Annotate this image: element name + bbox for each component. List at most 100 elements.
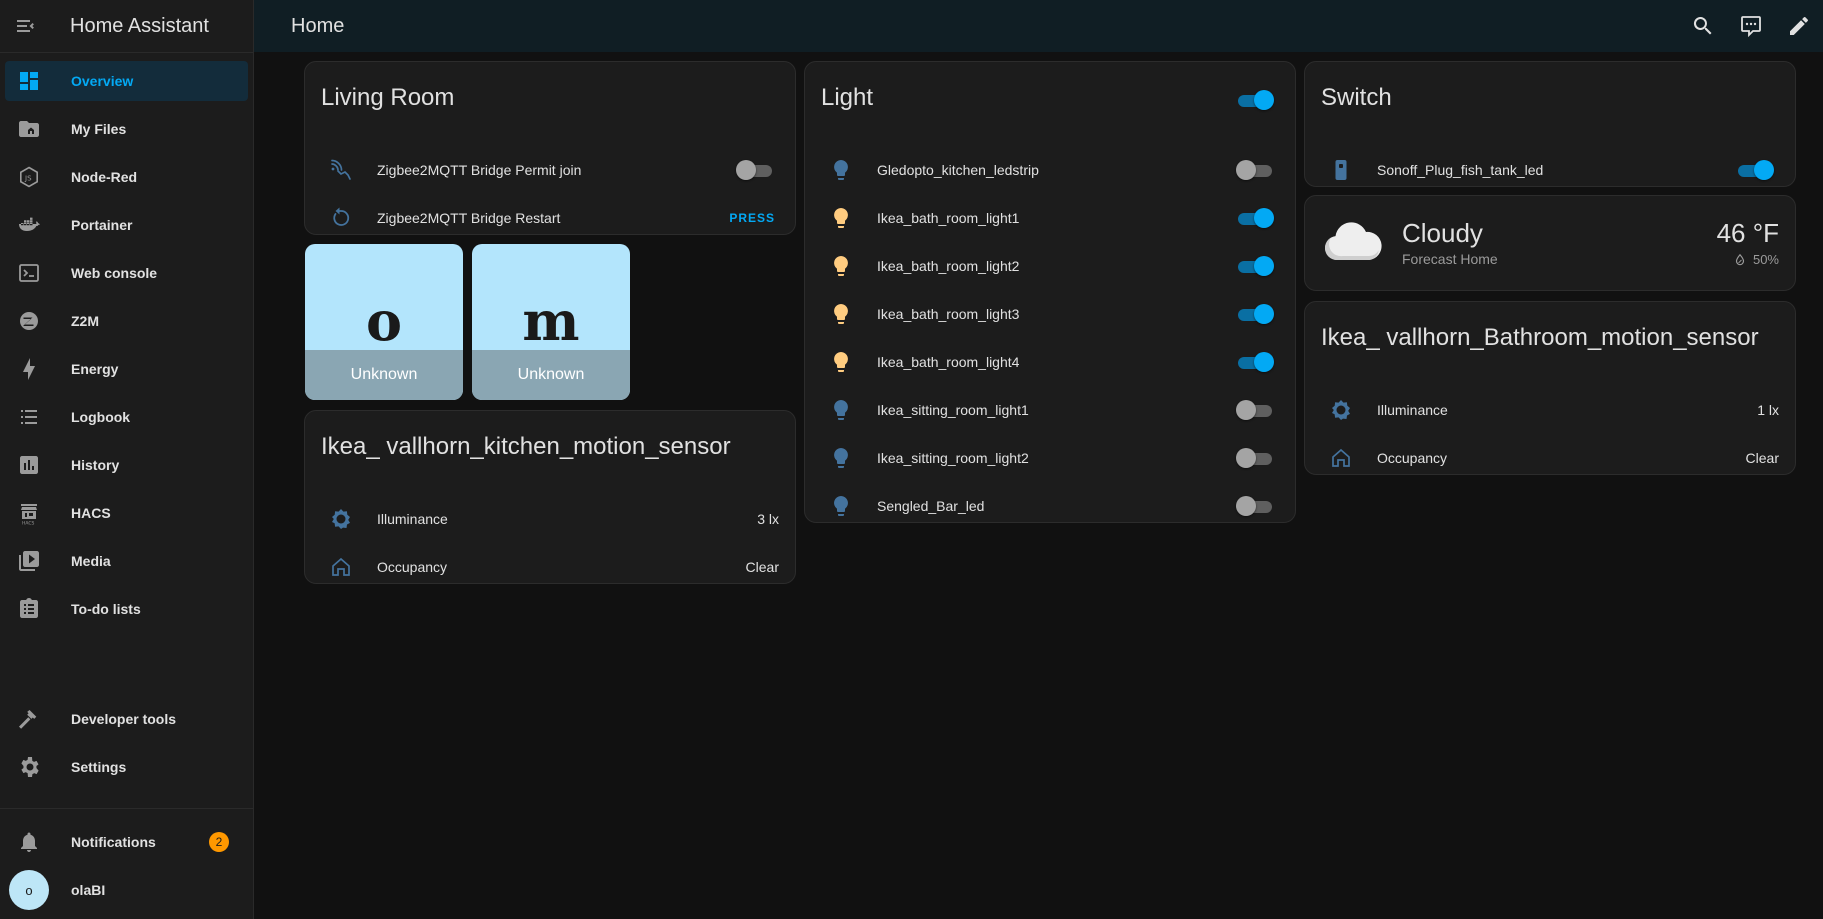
entity-name: Illuminance xyxy=(1377,402,1448,418)
sidebar-item-label: Developer tools xyxy=(71,711,177,727)
entity-row-light[interactable]: Ikea_bath_room_light4 xyxy=(805,342,1295,382)
entity-name: Ikea_bath_room_light4 xyxy=(877,354,1020,370)
user-name: olaBI xyxy=(71,882,106,898)
entity-name: Zigbee2MQTT Bridge Permit join xyxy=(377,162,582,178)
sidebar-item-label: Node-Red xyxy=(71,169,138,185)
light-toggle[interactable] xyxy=(1236,256,1274,276)
sidebar-item-label: HACS xyxy=(71,505,111,521)
weather-humidity: 50% xyxy=(1733,252,1779,267)
sidebar: Home Assistant Overview My Files JS Node… xyxy=(0,0,254,919)
light-toggle[interactable] xyxy=(1236,496,1274,516)
sidebar-header: Home Assistant xyxy=(0,0,253,53)
sidebar-item-label: Settings xyxy=(71,759,127,775)
tile-state: Unknown xyxy=(305,350,463,400)
humidity-value: 50% xyxy=(1752,252,1779,267)
sidebar-item-todo-lists[interactable]: To-do lists xyxy=(5,589,248,629)
sidebar-item-hacs[interactable]: HACS HACS xyxy=(5,493,248,533)
restart-press-button[interactable]: PRESS xyxy=(729,211,775,225)
card-title: Ikea_ vallhorn_Bathroom_motion_sensor xyxy=(1321,324,1759,351)
avatar: o xyxy=(9,870,49,910)
chart-box-icon xyxy=(7,453,51,477)
hacs-icon: HACS xyxy=(7,501,51,525)
light-toggle[interactable] xyxy=(1236,352,1274,372)
permit-join-toggle[interactable] xyxy=(736,160,774,180)
notification-count-badge: 2 xyxy=(209,832,229,852)
sidebar-item-z2m[interactable]: Z2M xyxy=(5,301,248,341)
entity-row-occupancy[interactable]: Occupancy Clear xyxy=(305,547,795,587)
person-tile-o[interactable]: o Unknown xyxy=(305,244,463,400)
person-tile-m[interactable]: m Unknown xyxy=(472,244,630,400)
light-group-toggle[interactable] xyxy=(1236,90,1274,110)
console-icon xyxy=(7,261,51,285)
entity-name: Ikea_bath_room_light1 xyxy=(877,210,1020,226)
sidebar-item-energy[interactable]: Energy xyxy=(5,349,248,389)
entity-value: 1 lx xyxy=(1757,402,1779,418)
hammer-icon xyxy=(7,707,51,731)
comment-processing-icon xyxy=(1741,16,1761,38)
assist-button[interactable] xyxy=(1727,2,1775,50)
sidebar-footer: Notifications 2 o olaBI xyxy=(0,822,253,918)
sidebar-item-label: Z2M xyxy=(71,313,99,329)
entity-row-illuminance[interactable]: Illuminance 3 lx xyxy=(305,499,795,539)
top-app-bar: Home xyxy=(254,0,1823,52)
sidebar-item-developer-tools[interactable]: Developer tools xyxy=(5,699,248,739)
menu-toggle-button[interactable] xyxy=(0,14,52,38)
sidebar-item-my-files[interactable]: My Files xyxy=(5,109,248,149)
sidebar-item-settings[interactable]: Settings xyxy=(5,747,248,787)
sidebar-item-notifications[interactable]: Notifications 2 xyxy=(5,822,248,862)
entity-name: Gledopto_kitchen_ledstrip xyxy=(877,162,1039,178)
light-toggle[interactable] xyxy=(1236,208,1274,228)
entity-row-light[interactable]: Gledopto_kitchen_ledstrip xyxy=(805,150,1295,190)
switch-card: Switch Sonoff_Plug_fish_tank_led xyxy=(1304,61,1796,187)
sidebar-item-user[interactable]: o olaBI xyxy=(5,870,248,910)
entity-value: 3 lx xyxy=(757,511,779,527)
entity-row-light[interactable]: Sengled_Bar_led xyxy=(805,486,1295,526)
entity-row-light[interactable]: Ikea_sitting_room_light2 xyxy=(805,438,1295,478)
sidebar-item-history[interactable]: History xyxy=(5,445,248,485)
entity-row-occupancy[interactable]: Occupancy Clear xyxy=(1305,438,1795,478)
edit-dashboard-button[interactable] xyxy=(1775,2,1823,50)
search-button[interactable] xyxy=(1679,2,1727,50)
entity-name: Illuminance xyxy=(377,511,448,527)
tile-letter: m xyxy=(522,289,580,353)
sidebar-item-media[interactable]: Media xyxy=(5,541,248,581)
light-toggle[interactable] xyxy=(1236,400,1274,420)
kitchen-motion-sensor-card: Ikea_ vallhorn_kitchen_motion_sensor Ill… xyxy=(304,410,796,584)
entity-row-illuminance[interactable]: Illuminance 1 lx xyxy=(1305,390,1795,430)
light-toggle[interactable] xyxy=(1236,304,1274,324)
entity-row-permit-join[interactable]: Zigbee2MQTT Bridge Permit join xyxy=(305,150,795,190)
avatar-wrapper: o xyxy=(7,870,51,910)
lightbulb-icon xyxy=(829,206,853,230)
cloudy-icon xyxy=(1323,216,1383,267)
format-list-bulleted-icon xyxy=(7,405,51,429)
sidebar-item-label: Logbook xyxy=(71,409,131,425)
switch-toggle[interactable] xyxy=(1736,160,1774,180)
sidebar-item-logbook[interactable]: Logbook xyxy=(5,397,248,437)
zigbee-permit-icon xyxy=(329,158,353,182)
pencil-icon xyxy=(1790,16,1808,35)
weather-card[interactable]: Cloudy Forecast Home 46 °F 50% xyxy=(1304,195,1796,291)
light-toggle[interactable] xyxy=(1236,448,1274,468)
entity-row-light[interactable]: Ikea_sitting_room_light1 xyxy=(805,390,1295,430)
lightbulb-icon xyxy=(829,446,853,470)
entity-row-light[interactable]: Ikea_bath_room_light3 xyxy=(805,294,1295,334)
sidebar-item-overview[interactable]: Overview xyxy=(5,61,248,101)
lightning-bolt-icon xyxy=(7,357,51,381)
nodejs-icon: JS xyxy=(7,165,51,189)
entity-row-light[interactable]: Ikea_bath_room_light2 xyxy=(805,246,1295,286)
entity-row-light[interactable]: Ikea_bath_room_light1 xyxy=(805,198,1295,238)
light-toggle[interactable] xyxy=(1236,160,1274,180)
entity-name: Ikea_sitting_room_light2 xyxy=(877,450,1029,466)
docker-icon xyxy=(7,213,51,237)
weather-temperature: 46 °F xyxy=(1716,218,1779,248)
sidebar-item-label: Web console xyxy=(71,265,158,281)
sidebar-item-web-console[interactable]: Web console xyxy=(5,253,248,293)
brightness-icon xyxy=(329,507,353,531)
card-title: Ikea_ vallhorn_kitchen_motion_sensor xyxy=(321,433,731,460)
entity-row-switch[interactable]: Sonoff_Plug_fish_tank_led xyxy=(1305,150,1795,190)
card-title: Light xyxy=(821,84,874,111)
sidebar-item-node-red[interactable]: JS Node-Red xyxy=(5,157,248,197)
entity-name: Sonoff_Plug_fish_tank_led xyxy=(1377,162,1544,178)
dashboard-icon xyxy=(7,69,51,93)
sidebar-item-portainer[interactable]: Portainer xyxy=(5,205,248,245)
